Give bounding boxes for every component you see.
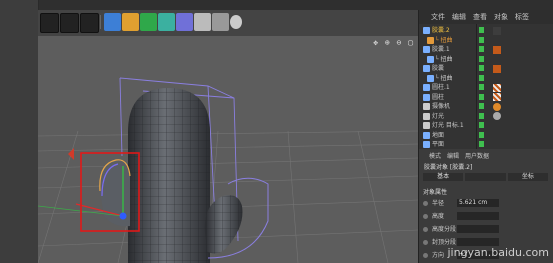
field-height: 高度 xyxy=(423,212,553,222)
attr-tabs: 基本 坐标 xyxy=(423,173,550,181)
viewport-scene xyxy=(38,77,418,263)
height-input[interactable] xyxy=(457,212,499,220)
height-segments-input[interactable] xyxy=(457,225,499,233)
bend-icon xyxy=(427,74,434,82)
cylinder-icon xyxy=(423,93,430,101)
menu-tags[interactable]: 标签 xyxy=(515,12,529,22)
list-item[interactable]: 平面 xyxy=(419,140,553,150)
cube-icon[interactable] xyxy=(104,13,121,31)
object-list: 胶囊.2 └ 扭曲 胶囊.1 └ 扭曲 胶囊 └ 扭曲 圆柱.1 圆柱 摄像机 … xyxy=(419,24,553,149)
target-tag-icon xyxy=(493,102,501,111)
tab-basic[interactable]: 基本 xyxy=(423,173,464,181)
list-item[interactable]: 胶囊.2 xyxy=(419,26,553,36)
checker-tag-icon xyxy=(493,83,501,92)
subdivision-icon[interactable] xyxy=(140,13,157,31)
undo-clapper-icon[interactable] xyxy=(40,13,59,33)
attr-menu-edit[interactable]: 编辑 xyxy=(447,151,459,160)
top-toolbar xyxy=(38,10,420,36)
list-item[interactable]: └ 扭曲 xyxy=(419,74,553,84)
light-icon xyxy=(423,112,430,120)
section-object-properties: 对象属性 xyxy=(423,189,448,196)
attr-menu: 模式 编辑 用户数据 xyxy=(419,150,553,160)
array-icon[interactable] xyxy=(158,13,175,31)
target-tag-icon xyxy=(493,112,501,120)
menu-edit[interactable]: 编辑 xyxy=(452,12,466,22)
bend-icon xyxy=(427,55,434,63)
keyframe-dot-icon[interactable] xyxy=(423,227,428,232)
left-tool-strip xyxy=(0,0,39,263)
capsule-icon xyxy=(423,65,430,72)
capsule-icon xyxy=(423,46,430,53)
field-height-segments: 高度分段 xyxy=(423,225,553,235)
watermark: jingyan.baidu.com xyxy=(447,246,549,259)
tag-icon xyxy=(493,45,501,54)
render-clapper-icon[interactable] xyxy=(60,13,79,33)
floor-icon xyxy=(423,131,430,139)
list-item[interactable]: 灯光 目标.1 xyxy=(419,121,553,131)
list-item[interactable]: └ 扭曲 xyxy=(419,55,553,65)
list-item[interactable]: └ 扭曲 xyxy=(419,36,553,46)
plane-icon xyxy=(423,141,430,148)
checker-tag-icon xyxy=(493,93,501,101)
menu-object[interactable]: 对象 xyxy=(494,12,508,22)
bend-icon xyxy=(427,36,434,44)
menu-file[interactable]: 文件 xyxy=(431,12,445,22)
light-target-icon xyxy=(423,122,430,129)
pen-icon[interactable] xyxy=(122,13,139,31)
cylinder-icon xyxy=(423,84,430,91)
field-radius: 半径 5.621 cm xyxy=(423,199,553,209)
tab-coord[interactable]: 坐标 xyxy=(507,173,548,181)
list-item[interactable]: 地面 xyxy=(419,131,553,141)
visibility-check[interactable] xyxy=(479,74,484,81)
scene-icon[interactable] xyxy=(194,13,211,31)
render-settings-icon[interactable] xyxy=(80,13,99,33)
menu-view[interactable]: 查看 xyxy=(473,12,487,22)
keyframe-dot-icon[interactable] xyxy=(423,214,428,219)
list-item[interactable]: 摄像机 xyxy=(419,102,553,112)
attr-object-title: 胶囊对象 [胶囊.2] xyxy=(424,164,473,171)
list-item[interactable]: 圆柱.1 xyxy=(419,83,553,93)
right-panel: 文件 编辑 查看 对象 标签 胶囊.2 └ 扭曲 胶囊.1 └ 扭曲 胶囊 └ … xyxy=(418,10,553,263)
visibility-check[interactable] xyxy=(479,141,484,147)
tag-icon xyxy=(493,26,501,35)
list-item[interactable]: 胶囊.1 xyxy=(419,45,553,55)
list-item[interactable]: 圆柱 xyxy=(419,93,553,103)
capsule-icon xyxy=(423,27,430,34)
visibility-check[interactable] xyxy=(479,93,484,100)
visibility-check[interactable] xyxy=(479,103,484,109)
keyframe-dot-icon[interactable] xyxy=(423,253,428,258)
3d-viewport[interactable]: ✥ ⊕ ⊖ ▢ xyxy=(38,36,418,263)
c4d-window: ✥ ⊕ ⊖ ▢ 文件 编辑 查看 对象 标签 胶囊.2 └ 扭曲 胶囊.1 └ … xyxy=(0,0,553,263)
attr-menu-userdata[interactable]: 用户数据 xyxy=(465,151,489,160)
visibility-check[interactable] xyxy=(479,131,484,138)
viewport-nav-icons[interactable]: ✥ ⊕ ⊖ ▢ xyxy=(373,38,414,47)
visibility-check[interactable] xyxy=(479,84,484,90)
camera-icon xyxy=(423,103,430,110)
attr-menu-mode[interactable]: 模式 xyxy=(429,151,441,160)
visibility-check[interactable] xyxy=(479,36,484,43)
deformer-icon[interactable] xyxy=(176,13,193,31)
camera-icon[interactable] xyxy=(212,13,229,31)
tag-icon xyxy=(493,64,501,73)
keyframe-dot-icon[interactable] xyxy=(423,201,428,206)
tab-blank[interactable] xyxy=(465,173,506,181)
keyframe-dot-icon[interactable] xyxy=(423,240,428,245)
visibility-check[interactable] xyxy=(479,46,484,52)
visibility-check[interactable] xyxy=(479,65,484,71)
radius-input[interactable]: 5.621 cm xyxy=(457,199,499,207)
visibility-check[interactable] xyxy=(479,55,484,62)
visibility-check[interactable] xyxy=(479,27,484,33)
object-manager-menu: 文件 编辑 查看 对象 标签 xyxy=(419,10,553,24)
list-item[interactable]: 灯光 xyxy=(419,112,553,122)
visibility-check[interactable] xyxy=(479,112,484,119)
list-item[interactable]: 胶囊 xyxy=(419,64,553,74)
visibility-check[interactable] xyxy=(479,122,484,128)
light-icon[interactable] xyxy=(230,15,242,29)
cap-segments-input[interactable] xyxy=(457,238,499,246)
